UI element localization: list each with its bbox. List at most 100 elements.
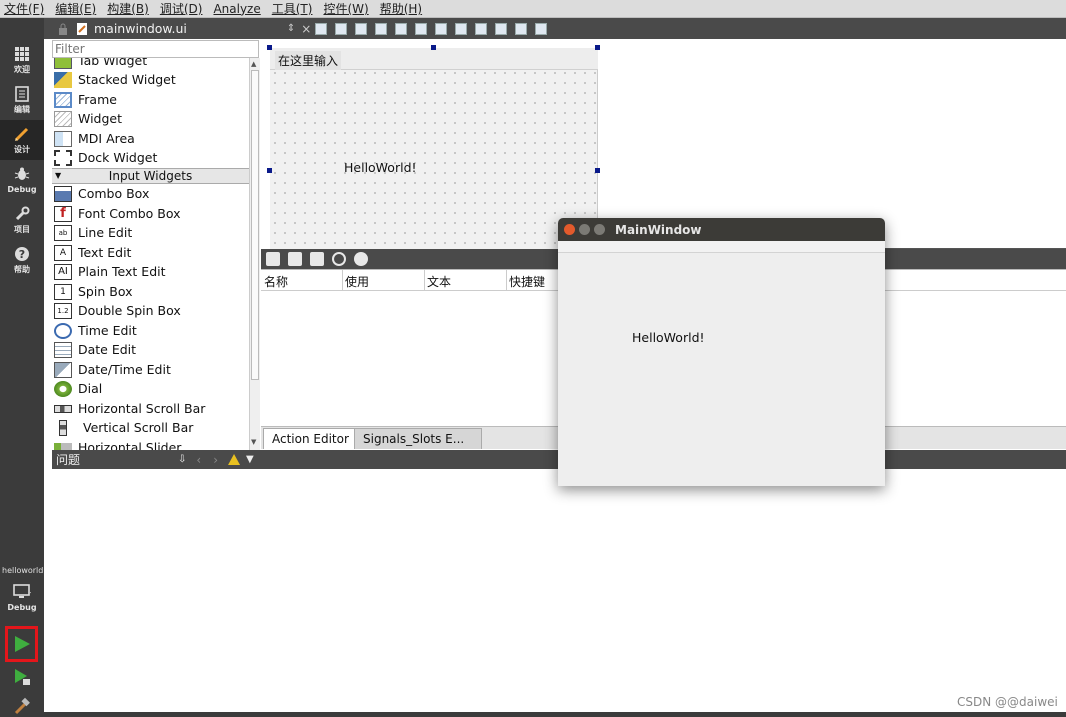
list-item[interactable]: Date/Time Edit — [52, 360, 249, 379]
horizontal-scroll-bar-icon — [54, 404, 72, 413]
menu-widgets[interactable]: 控件(W) — [319, 0, 375, 17]
resize-handle[interactable] — [267, 168, 272, 173]
mode-welcome[interactable]: 欢迎 — [0, 40, 44, 80]
list-item[interactable]: Frame — [52, 90, 249, 109]
mode-debug[interactable]: Debug — [0, 160, 44, 200]
resize-handle[interactable] — [431, 45, 436, 50]
menu-file[interactable]: 文件(F) — [0, 0, 51, 17]
resize-handle[interactable] — [595, 45, 600, 50]
list-item[interactable]: f Font Combo Box — [52, 204, 249, 223]
mode-design[interactable]: 设计 — [0, 120, 44, 160]
scroll-thumb[interactable] — [251, 70, 259, 380]
break-layout-icon[interactable] — [515, 22, 528, 35]
column-used[interactable]: 使用 — [345, 273, 369, 290]
menu-tools[interactable]: 工具(T) — [268, 0, 320, 17]
list-item[interactable]: MDI Area — [52, 129, 249, 148]
list-item[interactable]: Stacked Widget — [52, 70, 249, 89]
column-text[interactable]: 文本 — [427, 273, 451, 290]
scroll-down-icon[interactable]: ▼ — [251, 438, 256, 446]
list-item[interactable]: A Text Edit — [52, 243, 249, 262]
edit-signals-icon[interactable] — [355, 22, 368, 35]
frame-icon — [54, 91, 72, 108]
list-item[interactable]: ab Line Edit — [52, 223, 249, 242]
menu-debug[interactable]: 调试(D) — [156, 0, 210, 17]
send-to-back-icon[interactable] — [315, 22, 328, 35]
type-here-placeholder[interactable]: 在这里输入 — [275, 51, 342, 70]
resize-handle[interactable] — [595, 168, 600, 173]
list-item[interactable]: Horizontal Slider — [52, 438, 249, 450]
list-item[interactable]: AI Plain Text Edit — [52, 262, 249, 281]
list-item[interactable]: Horizontal Scroll Bar — [52, 399, 249, 418]
list-item[interactable]: Widget — [52, 109, 249, 128]
hello-label[interactable]: HelloWorld! — [344, 160, 417, 175]
adjust-size-icon[interactable] — [535, 22, 548, 35]
new-action-icon[interactable] — [266, 252, 280, 266]
paste-action-icon[interactable] — [310, 252, 324, 266]
form-menu-bar[interactable]: 在这里输入 — [270, 48, 598, 70]
mode-label: Debug — [7, 185, 37, 194]
column-name[interactable]: 名称 — [264, 273, 288, 290]
bring-to-front-icon[interactable] — [335, 22, 348, 35]
kit-selector[interactable]: Debug — [0, 578, 44, 618]
build-button[interactable] — [0, 694, 44, 717]
list-item[interactable]: Vertical Scroll Bar — [52, 418, 249, 437]
bug-icon — [13, 165, 31, 183]
menu-build[interactable]: 构建(B) — [103, 0, 156, 17]
list-item[interactable]: Tab Widget — [52, 58, 249, 70]
list-item[interactable]: Dock Widget — [52, 148, 249, 167]
layout-vertical-icon[interactable] — [415, 22, 428, 35]
svg-text:?: ? — [19, 248, 25, 261]
list-item[interactable]: Combo Box — [52, 184, 249, 203]
list-item[interactable]: Date Edit — [52, 340, 249, 359]
list-item[interactable]: Time Edit — [52, 321, 249, 340]
debug-run-button[interactable] — [0, 662, 44, 692]
sort-icon[interactable]: ⇩ — [178, 454, 186, 465]
qt-creator-window: { "menu": ["文件(F)", "编辑(E)", "构建(B)", "调… — [0, 0, 1066, 717]
kit-label: Debug — [7, 603, 37, 612]
scroll-up-icon[interactable]: ▲ — [251, 60, 256, 68]
delete-action-icon[interactable] — [332, 252, 346, 266]
prev-arrow-icon[interactable]: ‹ — [196, 453, 201, 467]
category-header[interactable]: ▼ Input Widgets — [52, 168, 249, 184]
resize-handle[interactable] — [267, 45, 272, 50]
widget-filter-input[interactable] — [52, 40, 259, 58]
list-item[interactable]: 1.2 Double Spin Box — [52, 301, 249, 320]
layout-horizontal-icon[interactable] — [395, 22, 408, 35]
menu-edit[interactable]: 编辑(E) — [51, 0, 103, 17]
mode-projects[interactable]: 项目 — [0, 200, 44, 240]
widget-box-scrollbar[interactable]: ▲ ▼ — [249, 58, 260, 450]
mode-edit[interactable]: 编辑 — [0, 80, 44, 120]
mode-label: 项目 — [14, 225, 30, 234]
next-arrow-icon[interactable]: › — [213, 453, 218, 467]
minimize-icon[interactable] — [579, 224, 590, 235]
maximize-icon[interactable] — [594, 224, 605, 235]
close-icon[interactable] — [564, 224, 575, 235]
filter-icon[interactable]: ▼ — [246, 454, 254, 465]
copy-action-icon[interactable] — [288, 252, 302, 266]
gear-icon[interactable] — [354, 252, 368, 266]
layout-splitter-h-icon[interactable] — [435, 22, 448, 35]
help-icon: ? — [13, 245, 31, 263]
vertical-scroll-bar-icon — [59, 419, 67, 436]
layout-form-icon[interactable] — [495, 22, 508, 35]
double-spin-box-icon: 1.2 — [54, 302, 72, 319]
layout-grid-icon[interactable] — [475, 22, 488, 35]
list-item[interactable]: 1 Spin Box — [52, 282, 249, 301]
designed-form[interactable]: 在这里输入 HelloWorld! — [270, 48, 598, 249]
layout-splitter-v-icon[interactable] — [455, 22, 468, 35]
edit-buddies-icon[interactable] — [375, 22, 388, 35]
warning-icon[interactable] — [228, 454, 241, 465]
menu-help[interactable]: 帮助(H) — [376, 0, 429, 17]
list-item[interactable]: Dial — [52, 379, 249, 398]
mode-help[interactable]: ? 帮助 — [0, 240, 44, 280]
column-shortcut[interactable]: 快捷键 — [509, 273, 545, 290]
menu-analyze[interactable]: Analyze — [209, 2, 267, 16]
tab-signals-slots-editor[interactable]: Signals_Slots E... — [354, 428, 482, 449]
open-file-name[interactable]: mainwindow.ui — [94, 21, 187, 36]
tab-action-editor[interactable]: Action Editor — [263, 428, 358, 449]
dock-widget-icon — [54, 149, 72, 166]
close-file-icon[interactable]: × — [301, 22, 311, 36]
file-chooser-icon[interactable]: ⇕ — [287, 23, 295, 34]
run-button[interactable] — [5, 626, 38, 662]
window-title-bar[interactable]: MainWindow — [558, 218, 885, 241]
